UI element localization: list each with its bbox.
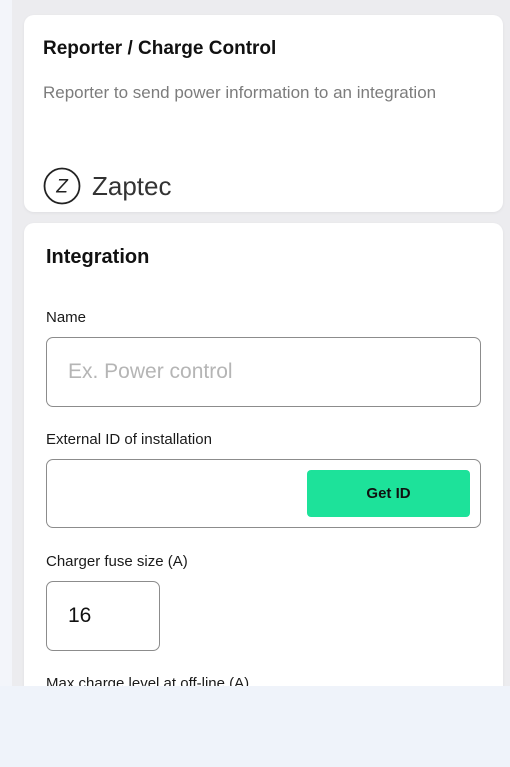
brand: Z Zaptec	[43, 167, 172, 205]
external-id-label: External ID of installation	[46, 431, 212, 448]
integration-title: Integration	[46, 246, 150, 268]
scroll-viewport[interactable]: Reporter / Charge Control Reporter to se…	[12, 0, 510, 686]
name-input[interactable]	[46, 337, 481, 407]
external-id-field: Get ID	[46, 459, 481, 528]
integration-card: Integration Name External ID of installa…	[24, 223, 503, 686]
brand-name: Zaptec	[92, 171, 172, 201]
fuse-size-label: Charger fuse size (A)	[46, 553, 188, 570]
fuse-size-input[interactable]	[46, 581, 160, 651]
reporter-description: Reporter to send power information to an…	[43, 83, 437, 102]
name-label: Name	[46, 309, 87, 326]
reporter-title: Reporter / Charge Control	[43, 38, 277, 59]
zaptec-logo-icon: Z	[43, 167, 81, 205]
reporter-card: Reporter / Charge Control Reporter to se…	[24, 15, 503, 212]
external-id-input[interactable]	[48, 461, 298, 526]
max-charge-label: Max charge level at off-line (A)	[46, 675, 250, 686]
left-edge-strip	[0, 0, 12, 686]
zaptec-logo-letter: Z	[55, 177, 69, 198]
get-id-button[interactable]: Get ID	[307, 470, 470, 517]
